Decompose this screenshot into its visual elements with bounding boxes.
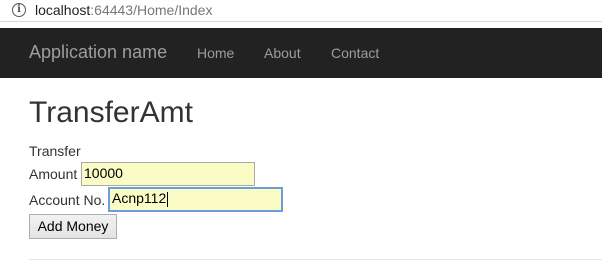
page-title: TransferAmt [29,96,193,129]
url-path: :64443/Home/Index [90,2,213,18]
address-bar[interactable]: i localhost:64443/Home/Index [0,0,602,22]
amount-value: 10000 [84,165,123,181]
nav-link-about[interactable]: About [264,45,301,61]
text-caret [167,191,169,207]
add-money-button[interactable]: Add Money [29,214,117,239]
url-host: localhost [35,2,91,18]
brand-link[interactable]: Application name [29,42,167,63]
amount-label: Amount [29,166,78,182]
account-input[interactable]: Acnp112 [108,187,283,212]
navbar: Application name Home About Contact [0,28,602,78]
nav-link-home[interactable]: Home [197,45,234,61]
divider [29,259,602,260]
account-label: Account No. [29,192,106,208]
info-icon[interactable]: i [12,3,26,17]
amount-input[interactable]: 10000 [81,162,255,186]
url-text[interactable]: localhost:64443/Home/Index [35,2,212,18]
section-label: Transfer [29,143,81,159]
nav-link-contact[interactable]: Contact [331,45,379,61]
account-value: Acnp112 [112,190,167,206]
